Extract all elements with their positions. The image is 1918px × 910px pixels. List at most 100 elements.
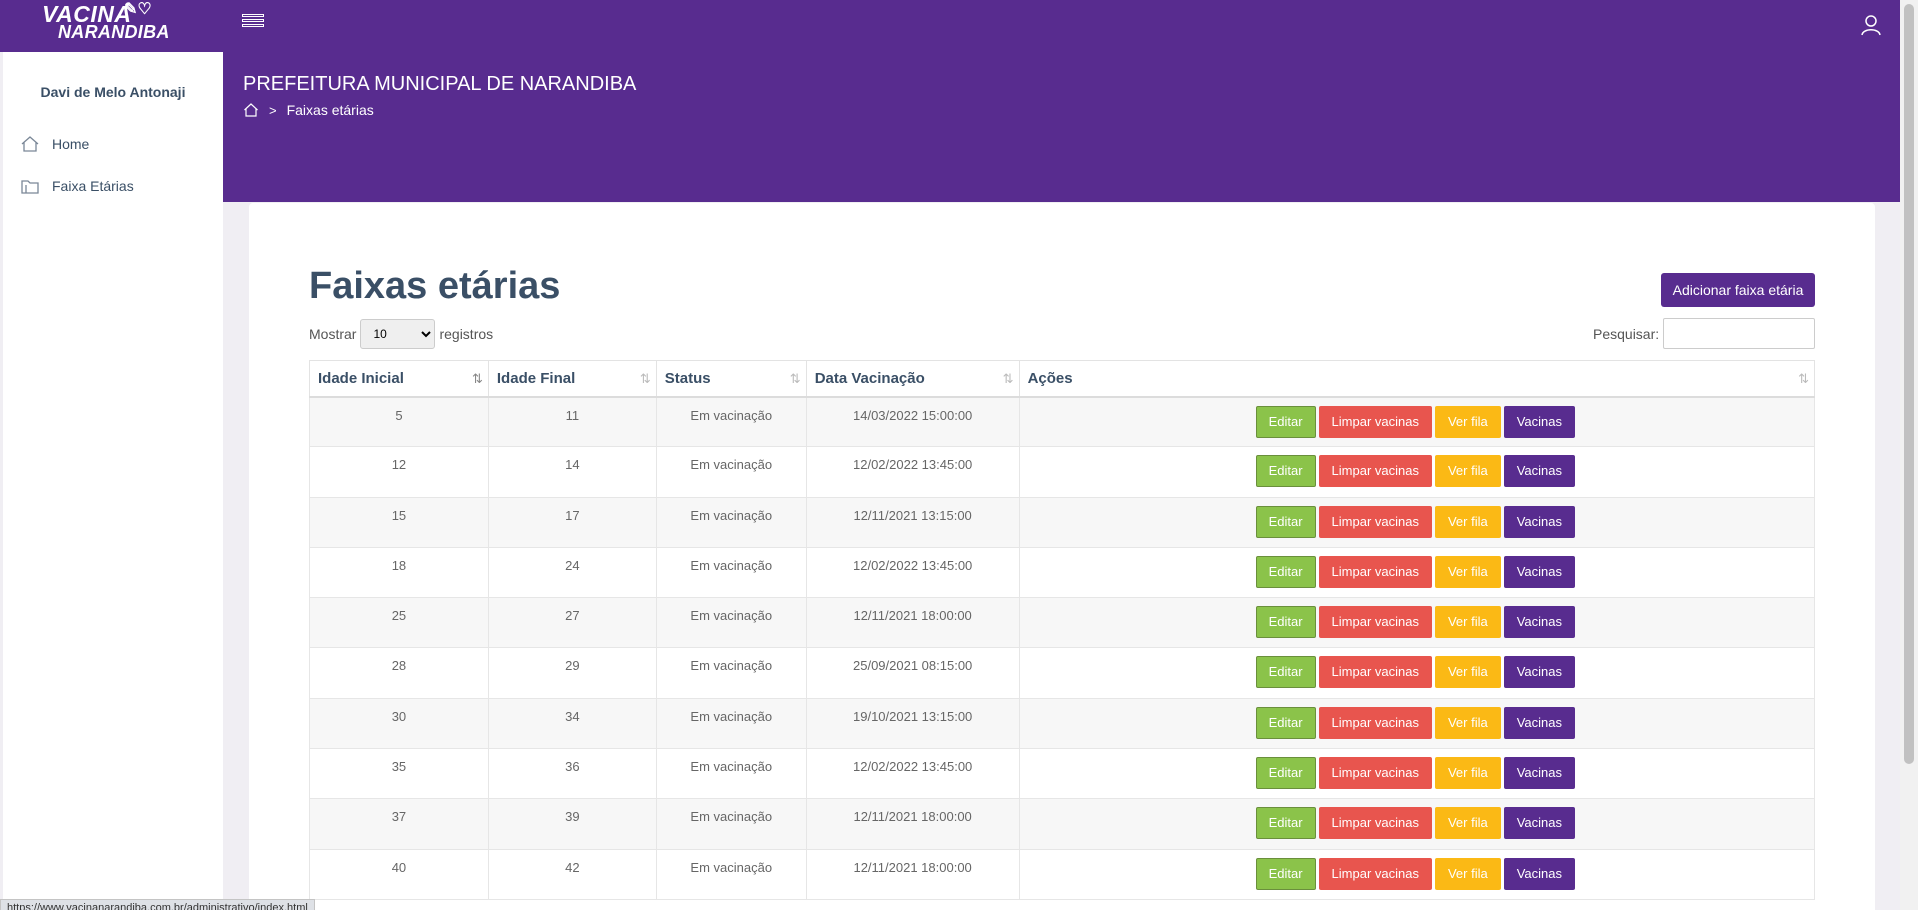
view-queue-button[interactable]: Ver fila (1434, 405, 1501, 438)
cell-idade-inicial: 35 (309, 748, 489, 800)
column-header-status[interactable]: Status ⇅ (655, 360, 807, 398)
edit-button[interactable]: Editar (1255, 555, 1316, 588)
column-header-idade-inicial[interactable]: Idade Inicial ⇅ (309, 360, 489, 398)
clear-vaccines-button[interactable]: Limpar vacinas (1318, 656, 1432, 689)
column-header-idade-final[interactable]: Idade Final ⇅ (487, 360, 657, 398)
search-input[interactable] (1663, 318, 1816, 349)
clear-vaccines-button[interactable]: Limpar vacinas (1318, 807, 1432, 840)
clear-vaccines-button[interactable]: Limpar vacinas (1318, 757, 1432, 790)
cell-status: Em vacinação (655, 798, 807, 850)
page-length-select[interactable]: 10 (360, 319, 436, 349)
clear-vaccines-button[interactable]: Limpar vacinas (1318, 405, 1432, 438)
clear-vaccines-button[interactable]: Limpar vacinas (1318, 455, 1432, 488)
app-logo[interactable]: VACINA NARANDIBA ✎♡ (0, 0, 220, 52)
records-label: registros (439, 326, 494, 342)
table-row: 30 34 Em vacinação 19/10/2021 13:15:00 Edita… (309, 697, 1816, 750)
vaccines-button[interactable]: Vacinas (1503, 405, 1576, 438)
breadcrumb-home-icon[interactable] (243, 102, 259, 118)
column-header-data-vacinacao[interactable]: Data Vacinação ⇅ (805, 360, 1020, 398)
cell-idade-inicial: 40 (309, 848, 489, 900)
home-icon (20, 134, 40, 154)
view-queue-button[interactable]: Ver fila (1434, 807, 1501, 840)
sidebar-item-home[interactable]: Home (20, 132, 210, 156)
clear-vaccines-button[interactable]: Limpar vacinas (1318, 555, 1432, 588)
cell-actions: Editar Limpar vacinas Ver fila Vacinas (1018, 748, 1816, 800)
sidebar-user-name: Davi de Melo Antonaji (40, 84, 186, 100)
edit-button[interactable]: Editar (1255, 405, 1316, 438)
edit-button[interactable]: Editar (1255, 455, 1316, 488)
cell-actions: Editar Limpar vacinas Ver fila Vacinas (1018, 395, 1816, 448)
cell-data-vacinacao: 12/02/2022 13:45:00 (805, 748, 1020, 800)
user-icon[interactable] (1860, 13, 1882, 37)
vaccines-button[interactable]: Vacinas (1503, 505, 1576, 538)
add-age-range-button[interactable]: Adicionar faixa etária (1661, 273, 1815, 307)
breadcrumb-current: Faixas etárias (286, 102, 374, 118)
column-header-acoes[interactable]: Ações ⇅ (1018, 360, 1816, 398)
vaccines-button[interactable]: Vacinas (1503, 807, 1576, 840)
view-queue-button[interactable]: Ver fila (1434, 455, 1501, 488)
status-bar-url: https://www.vacinanarandiba.com.br/admin… (0, 899, 315, 910)
view-queue-button[interactable]: Ver fila (1434, 606, 1501, 639)
view-queue-button[interactable]: Ver fila (1434, 857, 1501, 890)
page-scrollbar[interactable] (1900, 0, 1918, 910)
edit-button[interactable]: Editar (1255, 807, 1316, 840)
cell-data-vacinacao: 12/02/2022 13:45:00 (805, 446, 1020, 498)
cell-actions: Editar Limpar vacinas Ver fila Vacinas (1018, 848, 1816, 900)
cell-status: Em vacinação (655, 848, 807, 900)
cell-idade-final: 36 (487, 748, 657, 800)
cell-status: Em vacinação (655, 647, 807, 699)
cell-data-vacinacao: 12/02/2022 13:45:00 (805, 546, 1020, 599)
search-control: Pesquisar: (1593, 318, 1816, 349)
cell-idade-inicial: 37 (309, 798, 489, 850)
breadcrumb-separator: > (269, 102, 277, 118)
view-queue-button[interactable]: Ver fila (1434, 555, 1501, 588)
vaccines-button[interactable]: Vacinas (1503, 606, 1576, 639)
cell-actions: Editar Limpar vacinas Ver fila Vacinas (1018, 496, 1816, 548)
table-row: 28 29 Em vacinação 25/09/2021 08:15:00 Edita… (309, 647, 1816, 699)
view-queue-button[interactable]: Ver fila (1434, 706, 1501, 739)
cell-idade-final: 27 (487, 597, 657, 649)
vaccines-button[interactable]: Vacinas (1503, 857, 1576, 890)
cell-status: Em vacinação (655, 748, 807, 800)
folder-icon (20, 176, 40, 196)
sort-icon: ⇅ (789, 371, 801, 386)
cell-idade-inicial: 5 (309, 395, 489, 448)
view-queue-button[interactable]: Ver fila (1434, 505, 1501, 538)
edit-button[interactable]: Editar (1255, 706, 1316, 739)
table-row: 35 36 Em vacinação 12/02/2022 13:45:00 Edita… (309, 748, 1816, 800)
menu-toggle-icon[interactable] (242, 14, 264, 36)
clear-vaccines-button[interactable]: Limpar vacinas (1318, 857, 1432, 890)
vaccines-button[interactable]: Vacinas (1503, 455, 1576, 488)
vaccines-button[interactable]: Vacinas (1503, 706, 1576, 739)
cell-status: Em vacinação (655, 546, 807, 599)
cell-status: Em vacinação (655, 697, 807, 750)
sort-icon: ⇅ (1798, 371, 1809, 386)
cell-idade-final: 29 (487, 647, 657, 699)
view-queue-button[interactable]: Ver fila (1434, 757, 1501, 790)
view-queue-button[interactable]: Ver fila (1434, 656, 1501, 689)
logo-mark: ✎♡ (124, 1, 152, 18)
search-label: Pesquisar: (1593, 325, 1660, 342)
table-row: 40 42 Em vacinação 12/11/2021 18:00:00 Edita… (309, 848, 1816, 900)
scrollbar-thumb[interactable] (1904, 4, 1914, 764)
vaccines-button[interactable]: Vacinas (1503, 656, 1576, 689)
table-row: 15 17 Em vacinação 12/11/2021 13:15:00 Edita… (309, 496, 1816, 548)
vaccines-button[interactable]: Vacinas (1503, 757, 1576, 790)
clear-vaccines-button[interactable]: Limpar vacinas (1318, 706, 1432, 739)
edit-button[interactable]: Editar (1255, 857, 1316, 890)
cell-idade-inicial: 15 (309, 496, 489, 548)
sidebar-item-label: Home (52, 136, 90, 152)
sidebar-item-label: Faixa Etárias (52, 178, 134, 194)
content-card: Faixas etárias Adicionar faixa etária Mo… (249, 203, 1875, 910)
vaccines-button[interactable]: Vacinas (1503, 555, 1576, 588)
edit-button[interactable]: Editar (1255, 656, 1316, 689)
edit-button[interactable]: Editar (1255, 757, 1316, 790)
cell-idade-final: 11 (487, 395, 657, 448)
clear-vaccines-button[interactable]: Limpar vacinas (1318, 505, 1432, 538)
edit-button[interactable]: Editar (1255, 606, 1316, 639)
table-row: 12 14 Em vacinação 12/02/2022 13:45:00 Edita… (309, 446, 1816, 498)
clear-vaccines-button[interactable]: Limpar vacinas (1318, 606, 1432, 639)
edit-button[interactable]: Editar (1255, 505, 1316, 538)
sidebar-item-faixa-etarias[interactable]: Faixa Etárias (20, 174, 210, 198)
cell-idade-inicial: 18 (309, 546, 489, 599)
